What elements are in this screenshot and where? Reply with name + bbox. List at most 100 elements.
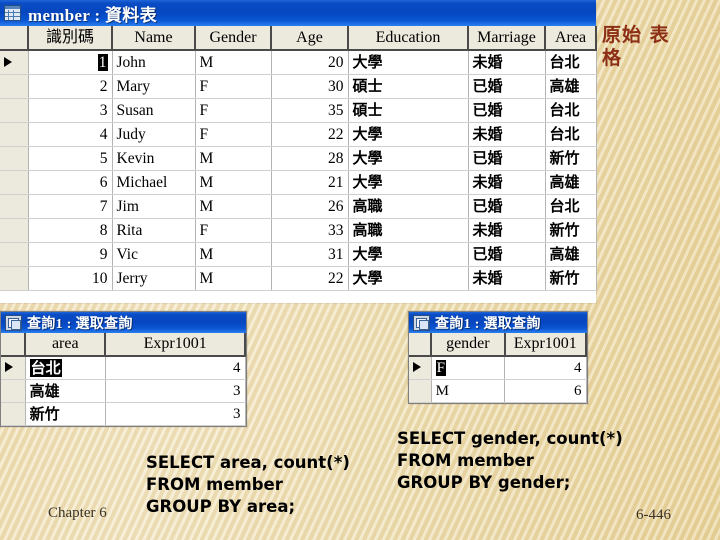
cell-age[interactable]: 22 — [271, 122, 349, 147]
member-window-titlebar[interactable]: member : 資料表 — [0, 0, 596, 26]
table-row[interactable]: 5 Kevin M 28 大學 已婚 新竹 — [0, 146, 597, 171]
cell-gender[interactable]: F — [195, 218, 272, 243]
table-row[interactable]: F 4 — [409, 356, 587, 380]
cell-education[interactable]: 大學 — [348, 242, 469, 267]
column-header-id[interactable]: 識別碼 — [28, 26, 113, 51]
column-header-marriage[interactable]: Marriage — [468, 26, 546, 51]
row-selector[interactable] — [0, 170, 29, 195]
table-row[interactable]: 4 Judy F 22 大學 未婚 台北 — [0, 122, 597, 147]
cell-name[interactable]: Michael — [112, 170, 196, 195]
row-selector[interactable] — [409, 379, 432, 403]
cell-education[interactable]: 大學 — [348, 122, 469, 147]
cell-id[interactable]: 5 — [28, 146, 113, 171]
cell-name[interactable]: Kevin — [112, 146, 196, 171]
cell-education[interactable]: 碩士 — [348, 74, 469, 99]
cell-marriage[interactable]: 未婚 — [468, 218, 546, 243]
cell-count[interactable]: 4 — [504, 356, 587, 380]
cell-name[interactable]: Mary — [112, 74, 196, 99]
table-row[interactable]: 10 Jerry M 22 大學 未婚 新竹 — [0, 266, 597, 291]
cell-marriage[interactable]: 已婚 — [468, 242, 546, 267]
cell-area[interactable]: 高雄 — [25, 379, 106, 403]
row-selector-current[interactable] — [1, 356, 26, 380]
row-selector[interactable] — [0, 146, 29, 171]
cell-id[interactable]: 7 — [28, 194, 113, 219]
cell-id[interactable]: 2 — [28, 74, 113, 99]
cell-id[interactable]: 4 — [28, 122, 113, 147]
cell-marriage[interactable]: 未婚 — [468, 266, 546, 291]
cell-count[interactable]: 4 — [105, 356, 246, 380]
cell-area[interactable]: 台北 — [545, 98, 597, 123]
cell-age[interactable]: 20 — [271, 50, 349, 75]
cell-id[interactable]: 10 — [28, 266, 113, 291]
cell-name[interactable]: Judy — [112, 122, 196, 147]
cell-area[interactable]: 台北 — [545, 50, 597, 75]
row-selector[interactable] — [1, 402, 26, 426]
cell-area[interactable]: 高雄 — [545, 242, 597, 267]
cell-area[interactable]: 新竹 — [545, 266, 597, 291]
cell-gender[interactable]: M — [195, 146, 272, 171]
query-gender-titlebar[interactable]: 查詢1 : 選取查詢 — [409, 312, 587, 333]
cell-name[interactable]: Rita — [112, 218, 196, 243]
column-header-area[interactable]: Area — [545, 26, 597, 51]
cell-marriage[interactable]: 已婚 — [468, 194, 546, 219]
cell-gender[interactable]: M — [195, 242, 272, 267]
cell-name[interactable]: Jim — [112, 194, 196, 219]
cell-marriage[interactable]: 未婚 — [468, 170, 546, 195]
cell-gender[interactable]: M — [195, 50, 272, 75]
column-header-age[interactable]: Age — [271, 26, 349, 51]
cell-education[interactable]: 碩士 — [348, 98, 469, 123]
cell-id[interactable]: 6 — [28, 170, 113, 195]
cell-area[interactable]: 新竹 — [25, 402, 106, 426]
cell-area[interactable]: 新竹 — [545, 218, 597, 243]
row-selector[interactable] — [0, 266, 29, 291]
row-selector[interactable] — [0, 194, 29, 219]
cell-gender[interactable]: M — [195, 266, 272, 291]
cell-age[interactable]: 22 — [271, 266, 349, 291]
cell-education[interactable]: 高職 — [348, 218, 469, 243]
table-row[interactable]: 1 John M 20 大學 未婚 台北 — [0, 50, 597, 75]
cell-marriage[interactable]: 已婚 — [468, 98, 546, 123]
row-selector[interactable] — [0, 74, 29, 99]
cell-age[interactable]: 35 — [271, 98, 349, 123]
table-row[interactable]: M 6 — [409, 379, 587, 403]
column-header-gender[interactable]: Gender — [195, 26, 272, 51]
cell-gender[interactable]: M — [431, 379, 506, 403]
cell-id[interactable]: 3 — [28, 98, 113, 123]
cell-age[interactable]: 26 — [271, 194, 349, 219]
column-header-name[interactable]: Name — [112, 26, 196, 51]
cell-name[interactable]: John — [112, 50, 196, 75]
cell-education[interactable]: 高職 — [348, 194, 469, 219]
table-row[interactable]: 台北 4 — [1, 356, 246, 380]
table-row[interactable]: 9 Vic M 31 大學 已婚 高雄 — [0, 242, 597, 267]
cell-gender[interactable]: F — [195, 122, 272, 147]
cell-education[interactable]: 大學 — [348, 170, 469, 195]
cell-count[interactable]: 3 — [105, 402, 246, 426]
table-row[interactable]: 6 Michael M 21 大學 未婚 高雄 — [0, 170, 597, 195]
cell-name[interactable]: Jerry — [112, 266, 196, 291]
cell-marriage[interactable]: 未婚 — [468, 122, 546, 147]
cell-id[interactable]: 8 — [28, 218, 113, 243]
cell-marriage[interactable]: 已婚 — [468, 146, 546, 171]
cell-name[interactable]: Vic — [112, 242, 196, 267]
cell-area[interactable]: 高雄 — [545, 170, 597, 195]
cell-gender[interactable]: F — [195, 98, 272, 123]
row-selector[interactable] — [0, 218, 29, 243]
column-header-education[interactable]: Education — [348, 26, 469, 51]
cell-education[interactable]: 大學 — [348, 146, 469, 171]
row-selector[interactable] — [1, 379, 26, 403]
cell-marriage[interactable]: 未婚 — [468, 50, 546, 75]
row-selector[interactable] — [0, 242, 29, 267]
table-row[interactable]: 2 Mary F 30 碩士 已婚 高雄 — [0, 74, 597, 99]
row-selector-current[interactable] — [0, 50, 29, 75]
column-header-gender[interactable]: gender — [431, 333, 506, 357]
cell-count[interactable]: 6 — [504, 379, 587, 403]
cell-education[interactable]: 大學 — [348, 266, 469, 291]
table-row[interactable]: 高雄 3 — [1, 379, 246, 403]
cell-gender[interactable]: M — [195, 194, 272, 219]
table-row[interactable]: 7 Jim M 26 高職 已婚 台北 — [0, 194, 597, 219]
cell-area[interactable]: 台北 — [545, 122, 597, 147]
table-row[interactable]: 新竹 3 — [1, 402, 246, 426]
cell-gender[interactable]: F — [195, 74, 272, 99]
cell-area[interactable]: 台北 — [545, 194, 597, 219]
column-header-area[interactable]: area — [25, 333, 107, 357]
